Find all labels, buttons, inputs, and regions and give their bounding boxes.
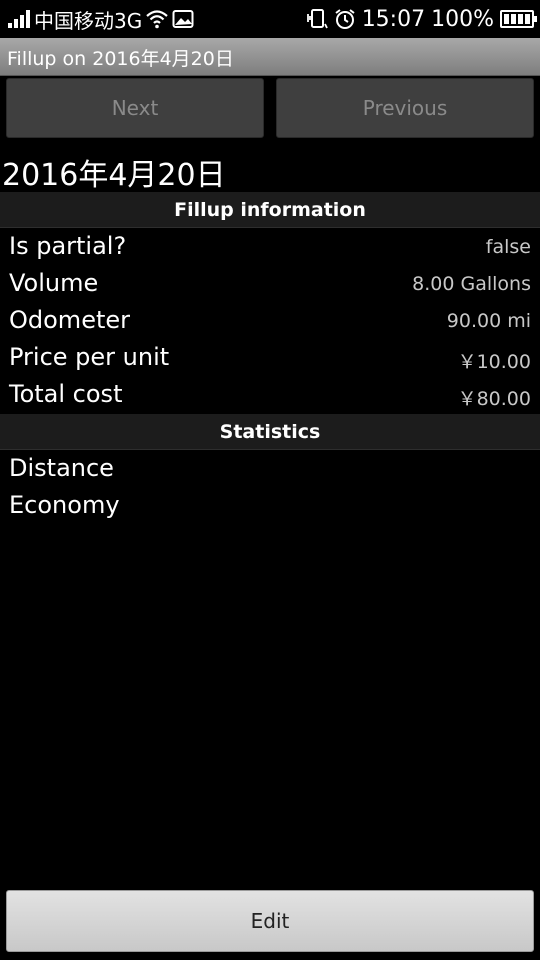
image-icon (172, 10, 194, 28)
status-bar: 中国移动3G 15:07 100% (0, 0, 540, 38)
date-heading: 2016年4月20日 (2, 158, 226, 193)
row-is-partial: Is partial? false (0, 230, 540, 267)
row-label: Volume (9, 269, 99, 297)
row-value: false (485, 236, 531, 258)
row-label: Is partial? (9, 232, 127, 260)
previous-button[interactable]: Previous (276, 78, 534, 138)
row-distance: Distance (0, 452, 540, 489)
vibrate-icon (306, 9, 328, 29)
row-price-per-unit: Price per unit ￥10.00 (0, 341, 540, 378)
battery-icon (500, 10, 537, 28)
wifi-icon (146, 10, 168, 29)
status-bar-left: 中国移动3G (8, 6, 194, 33)
edit-button[interactable]: Edit (6, 890, 534, 952)
clock: 15:07 (361, 6, 426, 32)
row-volume: Volume 8.00 Gallons (0, 267, 540, 304)
row-value: 8.00 Gallons (412, 273, 531, 295)
battery-percent: 100% (431, 6, 494, 32)
row-label: Economy (9, 491, 120, 519)
row-value: ￥10.00 (457, 351, 531, 373)
carrier-label: 中国移动3G (34, 8, 143, 33)
alarm-icon (335, 9, 355, 29)
status-bar-right: 15:07 100% (306, 6, 537, 32)
row-label: Total cost (9, 380, 123, 408)
statistics-header: Statistics (0, 414, 540, 450)
signal-icon (8, 10, 30, 28)
fillup-information-header: Fillup information (0, 192, 540, 228)
row-label: Distance (9, 454, 114, 482)
row-total-cost: Total cost ￥80.00 (0, 378, 540, 415)
row-odometer: Odometer 90.00 mi (0, 304, 540, 341)
row-value: 90.00 mi (446, 310, 531, 332)
page-title: Fillup on 2016年4月20日 (7, 48, 234, 70)
row-label: Odometer (9, 306, 130, 334)
next-button[interactable]: Next (6, 78, 264, 138)
row-label: Price per unit (9, 343, 170, 371)
title-bar: Fillup on 2016年4月20日 (0, 38, 540, 76)
row-economy: Economy (0, 489, 540, 526)
row-value: ￥80.00 (457, 388, 531, 410)
